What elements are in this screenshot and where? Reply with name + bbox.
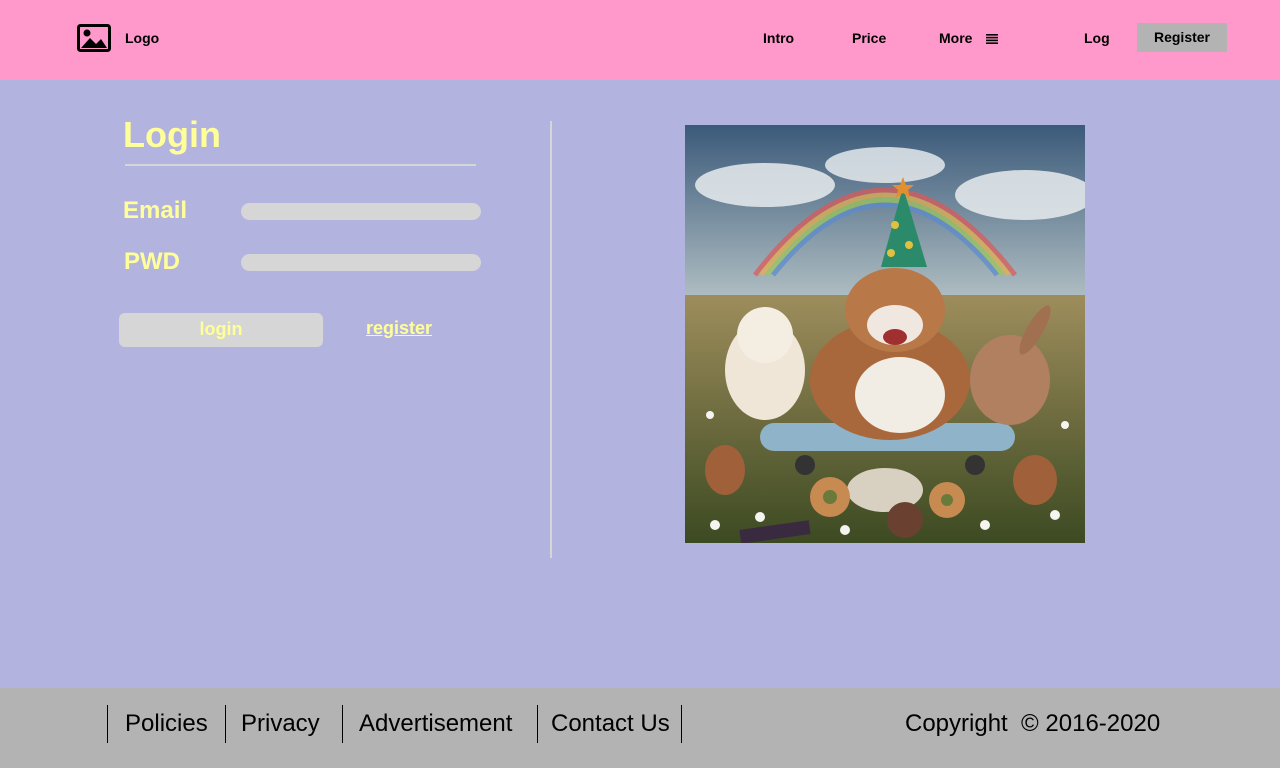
copyright-text: Copyright © 2016-2020 [905,710,1161,737]
footer-privacy-link[interactable]: Privacy [241,710,320,738]
login-button[interactable]: login [119,313,323,347]
nav-more-link[interactable]: More [939,30,972,46]
footer-separator [107,705,108,743]
footer-separator [681,705,682,743]
email-label: Email [123,197,188,224]
password-field[interactable] [241,254,481,271]
footer-contact-link[interactable]: Contact Us [551,710,670,738]
image-icon[interactable] [77,24,111,52]
vertical-divider [550,121,552,558]
register-link[interactable]: register [366,318,432,339]
menu-icon[interactable] [986,34,998,44]
top-nav-bar: Logo Intro Price More Log Register [0,0,1280,80]
title-divider [125,164,476,166]
footer-separator [225,705,226,743]
footer-bar: Policies Privacy Advertisement Contact U… [0,688,1280,768]
register-button[interactable]: Register [1137,23,1227,52]
nav-intro-link[interactable]: Intro [763,30,794,46]
login-title: Login [123,114,221,155]
footer-policies-link[interactable]: Policies [125,710,208,738]
footer-separator [537,705,538,743]
nav-log-link[interactable]: Log [1084,30,1110,46]
party-animals-picture [685,125,1085,543]
password-label: PWD [124,248,180,275]
nav-price-link[interactable]: Price [852,30,886,46]
footer-advertisement-link[interactable]: Advertisement [359,710,512,738]
email-field[interactable] [241,203,481,220]
footer-separator [342,705,343,743]
logo-text[interactable]: Logo [125,30,159,46]
